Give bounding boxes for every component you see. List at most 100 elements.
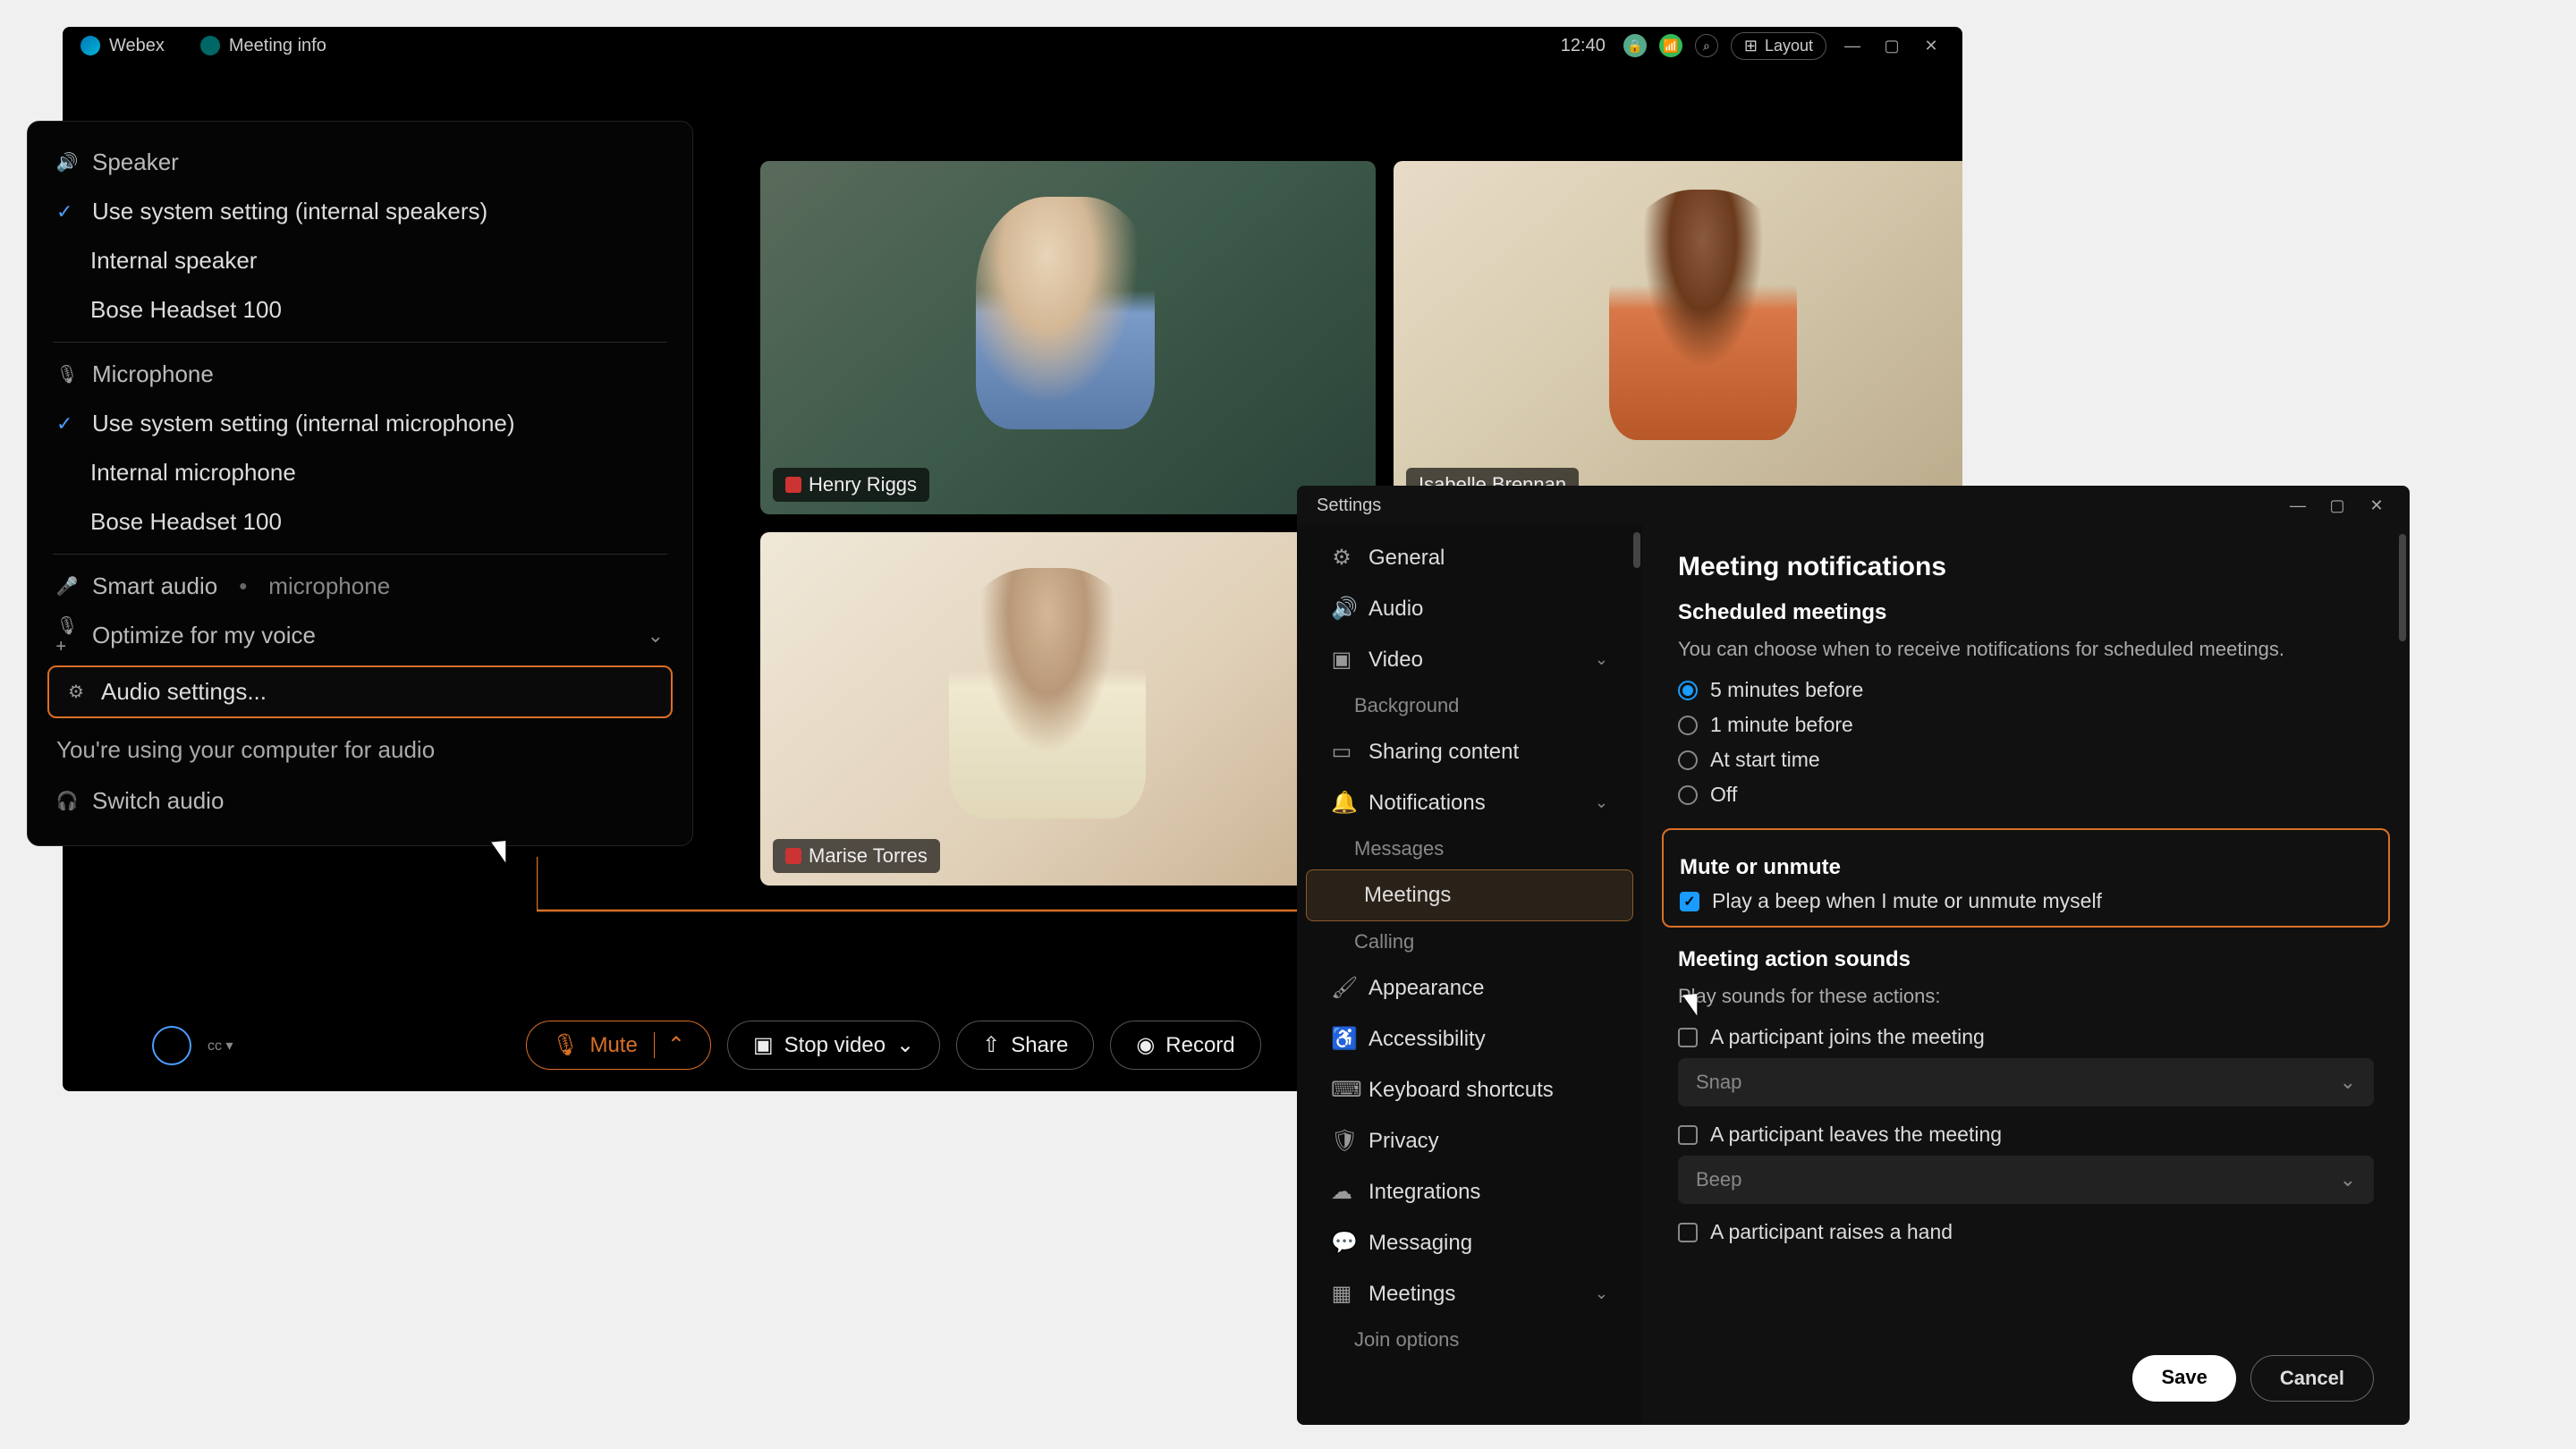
mute-button[interactable]: 🎙 Mute ⌃: [526, 1021, 711, 1070]
checkbox-label: A participant leaves the meeting: [1710, 1123, 2002, 1147]
checkbox-label: A participant joins the meeting: [1710, 1025, 1985, 1049]
sidebar-sub-messages[interactable]: Messages: [1297, 828, 1642, 869]
sidebar-item-keyboard[interactable]: ⌨ Keyboard shortcuts: [1306, 1064, 1633, 1115]
sidebar-item-messaging[interactable]: 💬Messaging: [1306, 1217, 1633, 1268]
sidebar-item-video[interactable]: ▣Video⌄: [1306, 634, 1633, 685]
sidebar-label: Keyboard shortcuts: [1368, 1078, 1554, 1103]
save-button[interactable]: Save: [2132, 1355, 2235, 1402]
sidebar-sub-calling[interactable]: Calling: [1297, 921, 1642, 962]
chevron-down-icon[interactable]: ⌄: [896, 1032, 914, 1058]
window-minimize[interactable]: —: [1839, 37, 1866, 55]
audio-settings-label: Audio settings...: [101, 678, 267, 706]
radio-option[interactable]: At start time: [1678, 748, 2374, 772]
meeting-info-icon[interactable]: [200, 36, 220, 55]
switch-audio-label: Switch audio: [92, 787, 224, 815]
window-close[interactable]: ✕: [1918, 37, 1945, 55]
sidebar-label: Notifications: [1368, 791, 1486, 816]
dropdown-value: Beep: [1696, 1168, 1741, 1191]
share-button[interactable]: ⇧ Share: [956, 1021, 1094, 1070]
sidebar-label: Accessibility: [1368, 1027, 1486, 1052]
participant-name: Henry Riggs: [809, 473, 917, 496]
search-icon[interactable]: ⌕: [1695, 34, 1718, 57]
radio-icon: [1678, 785, 1698, 805]
gear-icon: ⚙: [1331, 545, 1352, 571]
keyboard-icon: ⌨: [1331, 1077, 1352, 1103]
window-maximize[interactable]: ▢: [1878, 37, 1905, 55]
chevron-down-icon: ⌄: [2340, 1168, 2356, 1191]
sidebar-sub-meetings-active[interactable]: Meetings: [1306, 869, 1633, 921]
sidebar-item-audio[interactable]: 🔊Audio: [1306, 583, 1633, 634]
sidebar-sub-join[interactable]: Join options: [1297, 1319, 1642, 1360]
check-icon: ✓: [56, 412, 78, 436]
radio-option[interactable]: 1 minute before: [1678, 713, 2374, 737]
sidebar-item-accessibility[interactable]: ♿Accessibility: [1306, 1013, 1633, 1064]
option-label: Use system setting (internal microphone): [92, 410, 515, 437]
chevron-down-icon: ⌄: [2340, 1071, 2356, 1094]
chevron-up-icon[interactable]: ⌃: [654, 1032, 685, 1058]
audio-settings-item[interactable]: ⚙ Audio settings...: [47, 665, 673, 718]
smart-audio-suffix: microphone: [268, 572, 390, 600]
controls-bar: cc ▾ 🎙 Mute ⌃ ▣ Stop video ⌄ ⇧ Share ◉ R…: [152, 1021, 1261, 1070]
sidebar-item-meetings[interactable]: ▦Meetings⌄: [1306, 1268, 1633, 1319]
sidebar-item-general[interactable]: ⚙General: [1306, 532, 1633, 583]
grid-icon: ⊞: [1744, 37, 1758, 55]
scrollbar[interactable]: [2399, 534, 2406, 641]
video-tile[interactable]: Marise Torres: [760, 532, 1351, 886]
video-tile[interactable]: Isabelle Brennan: [1394, 161, 1962, 514]
cloud-icon: ☁: [1331, 1179, 1352, 1205]
speaker-option[interactable]: ✓ Use system setting (internal speakers): [37, 187, 683, 236]
radio-label: Off: [1710, 783, 1737, 807]
window-minimize[interactable]: —: [2284, 496, 2311, 515]
action-checkbox-row[interactable]: A participant joins the meeting: [1678, 1025, 2374, 1049]
scrollbar[interactable]: [1633, 532, 1640, 568]
mic-option[interactable]: Bose Headset 100: [37, 497, 683, 547]
app-name: Webex: [109, 36, 165, 56]
sound-dropdown[interactable]: Beep ⌄: [1678, 1156, 2374, 1204]
speaker-option[interactable]: Internal speaker: [37, 236, 683, 285]
window-close[interactable]: ✕: [2363, 496, 2390, 515]
sidebar-item-privacy[interactable]: 🛡Privacy: [1306, 1115, 1633, 1166]
sidebar-item-integrations[interactable]: ☁Integrations: [1306, 1166, 1633, 1217]
checkbox-icon: [1678, 1125, 1698, 1145]
actions-description: Play sounds for these actions:: [1678, 981, 2374, 1011]
sidebar-item-appearance[interactable]: 🖌Appearance: [1306, 962, 1633, 1013]
record-label: Record: [1165, 1033, 1234, 1058]
smart-audio-label: Smart audio: [92, 572, 217, 600]
mic-muted-icon: [785, 477, 801, 493]
radio-label: 5 minutes before: [1710, 678, 1863, 702]
network-icon[interactable]: 📶: [1659, 34, 1682, 57]
mute-beep-checkbox-row[interactable]: ✓ Play a beep when I mute or unmute myse…: [1680, 889, 2372, 913]
settings-window: Settings — ▢ ✕ ⚙General 🔊Audio ▣Video⌄ B…: [1297, 486, 2410, 1425]
gear-icon: ⚙: [65, 682, 87, 703]
radio-option[interactable]: Off: [1678, 783, 2374, 807]
option-label: Bose Headset 100: [90, 508, 282, 536]
settings-footer: Save Cancel: [2132, 1355, 2374, 1402]
sidebar-item-notifications[interactable]: 🔔Notifications⌄: [1306, 777, 1633, 828]
optimize-voice-row[interactable]: 🎙+ Optimize for my voice ⌄: [37, 611, 683, 660]
switch-audio-row[interactable]: 🎧 Switch audio: [37, 776, 683, 826]
sidebar-label: Meetings: [1364, 883, 1451, 908]
settings-content: Meeting notifications Scheduled meetings…: [1642, 525, 2410, 1425]
video-tile[interactable]: Henry Riggs: [760, 161, 1376, 514]
mic-option[interactable]: Internal microphone: [37, 448, 683, 497]
stop-video-button[interactable]: ▣ Stop video ⌄: [727, 1021, 940, 1070]
speaker-section-header: 🔊 Speaker: [37, 138, 683, 187]
lock-icon[interactable]: 🔒: [1623, 34, 1647, 57]
cancel-button[interactable]: Cancel: [2250, 1355, 2374, 1402]
window-maximize[interactable]: ▢: [2324, 496, 2351, 515]
layout-button[interactable]: ⊞ Layout: [1731, 32, 1826, 60]
smart-audio-row[interactable]: 🎤 Smart audio • microphone: [37, 562, 683, 611]
meeting-info-label[interactable]: Meeting info: [229, 36, 326, 56]
sidebar-sub-background[interactable]: Background: [1297, 685, 1642, 726]
self-view-icon[interactable]: [152, 1026, 191, 1065]
record-icon: ◉: [1136, 1032, 1155, 1058]
sound-dropdown[interactable]: Snap⌄: [1678, 1058, 2374, 1106]
mic-option[interactable]: ✓ Use system setting (internal microphon…: [37, 399, 683, 448]
radio-option[interactable]: 5 minutes before: [1678, 678, 2374, 702]
sidebar-item-sharing[interactable]: ▭Sharing content: [1306, 726, 1633, 777]
action-checkbox-row[interactable]: A participant raises a hand: [1678, 1220, 2374, 1244]
action-checkbox-row[interactable]: A participant leaves the meeting: [1678, 1123, 2374, 1147]
cc-button[interactable]: cc ▾: [208, 1031, 252, 1060]
speaker-option[interactable]: Bose Headset 100: [37, 285, 683, 335]
record-button[interactable]: ◉ Record: [1110, 1021, 1260, 1070]
